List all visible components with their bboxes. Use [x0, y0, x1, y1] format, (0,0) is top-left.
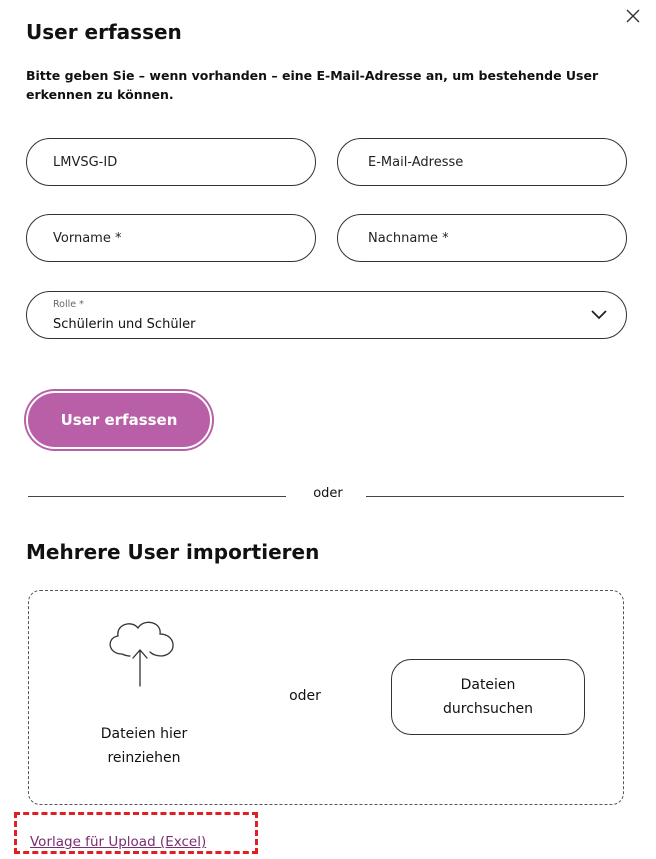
lmvsg-id-field[interactable] [26, 138, 316, 186]
submit-user-button[interactable]: User erfassen [26, 391, 212, 449]
import-title: Mehrere User importieren [26, 540, 320, 564]
firstname-input[interactable] [27, 215, 315, 261]
dialog-intro: Bitte geben Sie – wenn vorhanden – eine … [26, 68, 599, 102]
role-selected-value: Schülerin und Schüler [53, 317, 196, 332]
close-icon[interactable] [624, 7, 642, 25]
divider-text: oder [313, 486, 343, 501]
firstname-field[interactable] [26, 214, 316, 262]
dropzone-or-text: oder [289, 688, 321, 704]
template-download-link[interactable]: Vorlage für Upload (Excel) [30, 834, 206, 850]
email-input[interactable] [338, 139, 626, 185]
lmvsg-id-input[interactable] [27, 139, 315, 185]
role-select[interactable]: Rolle * Schülerin und Schüler [26, 291, 627, 339]
cloud-upload-icon [109, 621, 174, 687]
lastname-field[interactable] [337, 214, 627, 262]
dialog-title: User erfassen [26, 20, 182, 44]
dropzone-text: Dateien hier reinziehen [100, 726, 188, 766]
divider-line-right [366, 496, 624, 497]
chevron-down-icon [591, 310, 607, 320]
email-field[interactable] [337, 138, 627, 186]
role-label: Rolle * [53, 299, 84, 310]
lastname-input[interactable] [338, 215, 626, 261]
divider-line-left [28, 496, 286, 497]
browse-files-button[interactable]: Dateien durchsuchen [391, 659, 585, 735]
